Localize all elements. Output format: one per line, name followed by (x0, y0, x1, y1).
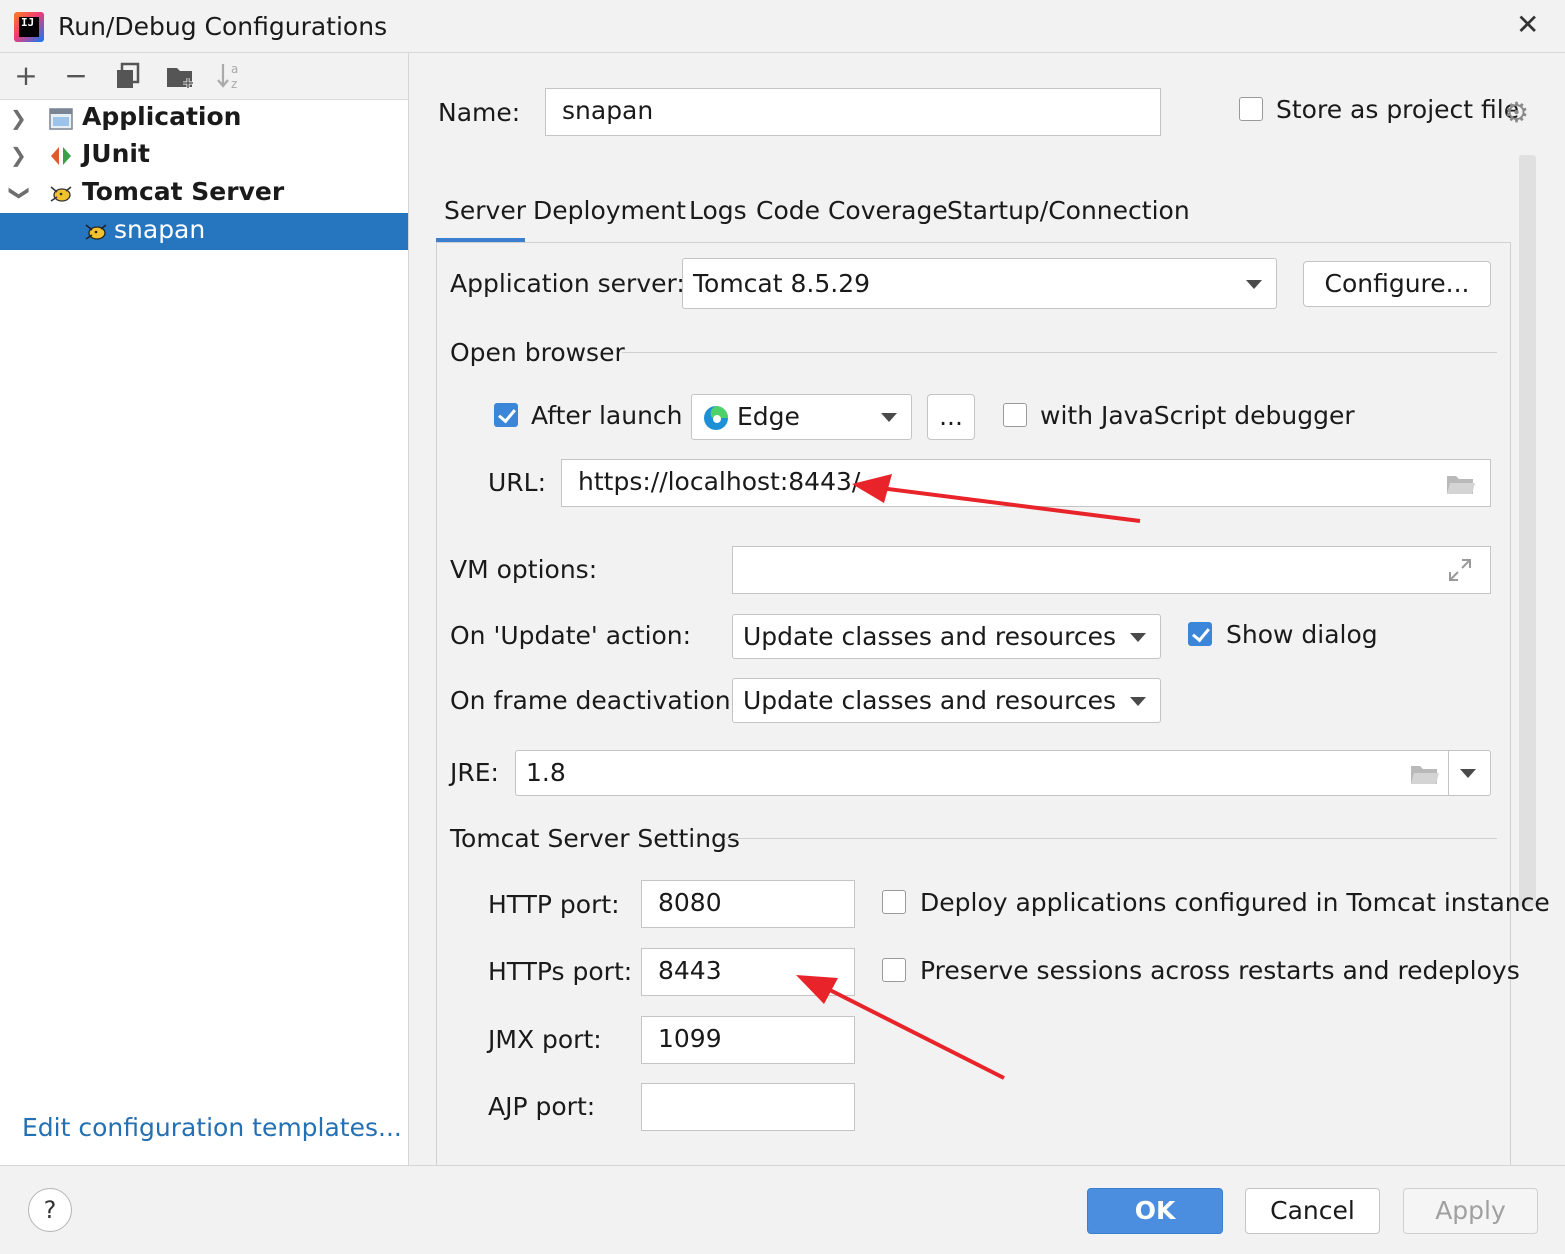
copy-icon[interactable] (114, 62, 142, 94)
chevron-down-icon (881, 413, 897, 422)
tree-item-label: Application (82, 102, 242, 131)
deploy-apps-checkbox[interactable] (882, 890, 906, 914)
tomcat-icon (50, 186, 72, 202)
tree-item-snapan[interactable]: snapan (0, 213, 408, 250)
junit-icon (51, 147, 71, 165)
close-icon[interactable]: ✕ (1516, 8, 1539, 41)
app-server-label: Application server: (450, 269, 685, 298)
svg-text:a: a (231, 62, 238, 76)
tree-item-label: Tomcat Server (82, 177, 285, 206)
show-dialog-checkbox[interactable] (1188, 622, 1212, 646)
on-frame-value: Update classes and resources (743, 686, 1117, 715)
browser-settings-button[interactable]: ... (927, 394, 975, 440)
expand-icon[interactable] (1448, 558, 1472, 582)
jre-label: JRE: (450, 758, 499, 787)
tab-code-coverage[interactable]: Code Coverage (756, 196, 948, 225)
remove-icon[interactable]: − (60, 60, 92, 92)
preserve-sessions-checkbox[interactable] (882, 958, 906, 982)
ok-button[interactable]: OK (1087, 1188, 1223, 1234)
url-value: https://localhost:8443/ (578, 467, 861, 496)
open-browser-heading: Open browser (450, 338, 625, 367)
tree-item-tomcat-server[interactable]: ❯ Tomcat Server (0, 175, 408, 212)
svg-text:z: z (231, 77, 237, 91)
edit-templates-link[interactable]: Edit configuration templates... (22, 1113, 402, 1142)
show-dialog-label: Show dialog (1226, 620, 1378, 649)
window-title: Run/Debug Configurations (58, 12, 388, 41)
tab-logs[interactable]: Logs (689, 196, 747, 225)
app-server-value: Tomcat 8.5.29 (693, 269, 871, 298)
configure-button[interactable]: Configure... (1303, 261, 1491, 307)
url-field[interactable]: https://localhost:8443/ (561, 459, 1491, 507)
http-port-label: HTTP port: (488, 890, 620, 919)
app-server-dropdown[interactable]: Tomcat 8.5.29 (682, 258, 1277, 309)
apply-button[interactable]: Apply (1403, 1188, 1538, 1234)
js-debugger-label: with JavaScript debugger (1040, 401, 1355, 430)
tomcat-settings-heading: Tomcat Server Settings (450, 824, 740, 853)
chevron-down-icon (1246, 279, 1262, 289)
https-port-label: HTTPs port: (488, 957, 633, 986)
jmx-port-label: JMX port: (488, 1025, 602, 1054)
cancel-button[interactable]: Cancel (1245, 1188, 1380, 1234)
tab-server[interactable]: Server (444, 196, 526, 225)
after-launch-label: After launch (531, 401, 683, 430)
chevron-down-icon (1130, 632, 1146, 642)
jmx-port-field[interactable]: 1099 (641, 1016, 855, 1064)
browser-dropdown[interactable]: Edge (691, 394, 912, 440)
edge-browser-icon (704, 406, 728, 430)
chevron-right-icon[interactable]: ❯ (10, 143, 27, 167)
section-separator (724, 838, 1497, 839)
vm-options-label: VM options: (450, 555, 598, 584)
chevron-down-icon[interactable] (1460, 769, 1476, 778)
vm-options-field[interactable] (732, 546, 1491, 594)
gear-icon[interactable]: ⚙ (1504, 96, 1529, 129)
store-project-checkbox[interactable] (1239, 97, 1263, 121)
ajp-port-field[interactable] (641, 1083, 855, 1131)
intellij-app-icon: IJ (14, 12, 44, 42)
add-icon[interactable]: + (10, 60, 42, 92)
help-button[interactable]: ? (28, 1188, 72, 1232)
http-port-field[interactable]: 8080 (641, 880, 855, 928)
on-update-dropdown[interactable]: Update classes and resources (732, 614, 1161, 659)
tab-startup-connection[interactable]: Startup/Connection (947, 196, 1190, 225)
folder-add-icon[interactable] (166, 64, 196, 94)
folder-open-icon[interactable] (1446, 473, 1476, 495)
tree-item-label: JUnit (82, 139, 150, 168)
ajp-port-label: AJP port: (488, 1092, 596, 1121)
name-field[interactable]: snapan (545, 88, 1161, 136)
tree-item-label: snapan (114, 215, 206, 244)
on-frame-label: On frame deactivation: (450, 686, 740, 715)
name-label: Name: (438, 98, 521, 127)
tree-item-junit[interactable]: ❯ JUnit (0, 137, 408, 174)
section-separator (622, 352, 1497, 353)
sort-icon[interactable]: az (216, 60, 246, 96)
panel-border (1510, 242, 1511, 1165)
chevron-right-icon[interactable]: ❯ (10, 106, 27, 130)
chevron-down-icon[interactable]: ❯ (8, 185, 32, 202)
preserve-sessions-label: Preserve sessions across restarts and re… (920, 956, 1520, 985)
js-debugger-checkbox[interactable] (1003, 403, 1027, 427)
application-icon (49, 108, 73, 130)
deploy-apps-label: Deploy applications configured in Tomcat… (920, 888, 1550, 917)
tomcat-icon (85, 224, 107, 240)
browser-value: Edge (737, 402, 800, 431)
tab-divider (436, 242, 1511, 243)
panel-border (436, 242, 437, 1165)
tab-deployment[interactable]: Deployment (533, 196, 686, 225)
chevron-down-icon (1130, 696, 1146, 706)
https-port-field[interactable]: 8443 (641, 948, 855, 996)
field-divider (1448, 751, 1449, 795)
on-frame-dropdown[interactable]: Update classes and resources (732, 678, 1161, 723)
url-label: URL: (488, 468, 547, 497)
jre-field[interactable]: 1.8 (515, 750, 1491, 796)
tree-item-application[interactable]: ❯ Application (0, 100, 408, 137)
after-launch-checkbox[interactable] (494, 403, 518, 427)
on-update-label: On 'Update' action: (450, 621, 692, 650)
on-update-value: Update classes and resources (743, 622, 1117, 651)
folder-open-icon[interactable] (1410, 763, 1440, 785)
jre-value: 1.8 (526, 758, 566, 787)
scrollbar[interactable] (1519, 155, 1536, 907)
store-project-label: Store as project file (1276, 95, 1520, 124)
